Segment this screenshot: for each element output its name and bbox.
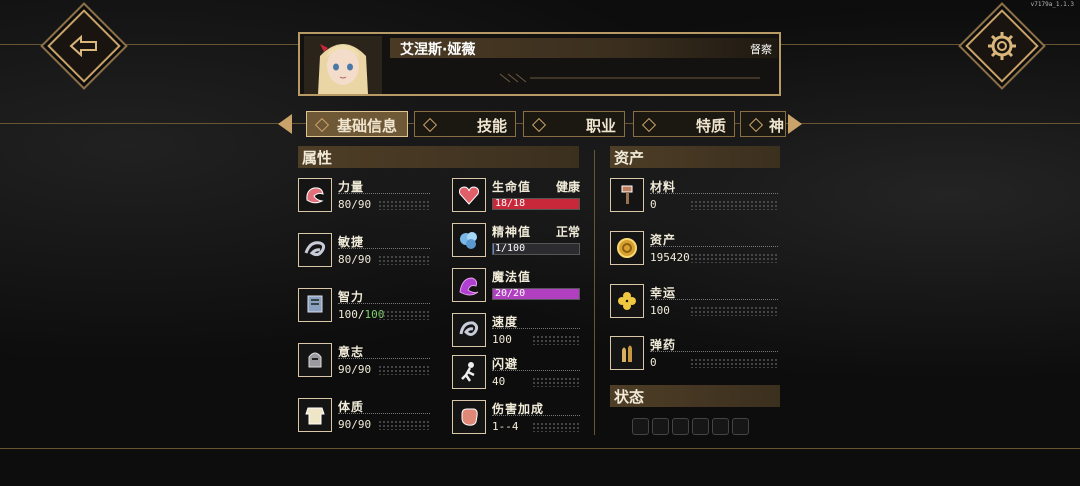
tab-scroll-left-arrow[interactable]: [278, 114, 292, 134]
speed-swirl-icon: [452, 313, 486, 347]
asset-wealth[interactable]: 资产 195420: [610, 229, 778, 273]
heart-icon: [452, 178, 486, 212]
materials-hammer-icon: [610, 178, 644, 212]
asset-luck[interactable]: 幸运 100: [610, 282, 778, 326]
bottom-frame-line: [0, 448, 1080, 449]
inspect-label[interactable]: 督察: [750, 41, 772, 57]
status-slot[interactable]: [712, 418, 729, 435]
column-divider: [594, 150, 595, 435]
constitution-torso-icon: [298, 398, 332, 432]
intellect-book-icon: [298, 288, 332, 322]
character-name: 艾涅斯·娅薇: [400, 42, 476, 58]
assets-header: 资产: [610, 146, 780, 168]
gold-coin-icon: [610, 231, 644, 265]
asset-materials[interactable]: 材料 0: [610, 176, 778, 220]
stat-health[interactable]: 生命值 健康 18/18: [452, 176, 580, 220]
header-ornament: [499, 73, 760, 83]
attributes-header: 属性: [298, 146, 579, 168]
tab-scroll-right-arrow[interactable]: [788, 114, 802, 134]
stat-agility[interactable]: 敏捷 80/90: [298, 231, 430, 275]
status-slot[interactable]: [672, 418, 689, 435]
dodge-figure-icon: [452, 355, 486, 389]
crystal-mind-icon: [452, 223, 486, 257]
stat-sanity[interactable]: 精神值 正常 1/100: [452, 221, 580, 265]
luck-clover-icon: [610, 284, 644, 318]
stat-intellect[interactable]: 智力 100/100: [298, 286, 430, 330]
status-slot[interactable]: [692, 418, 709, 435]
status-header: 状态: [610, 385, 780, 407]
tab-diamond-icon: [748, 117, 764, 133]
health-bar: 18/18: [492, 198, 580, 210]
sanity-bar: 1/100: [492, 243, 580, 255]
stat-strength[interactable]: 力量 80/90: [298, 176, 430, 220]
tab-traits[interactable]: 特质: [633, 111, 735, 137]
status-slot[interactable]: [632, 418, 649, 435]
agility-swirl-icon: [298, 233, 332, 267]
tab-divine[interactable]: 神: [740, 111, 786, 137]
stat-dodge[interactable]: 闪避 40: [452, 353, 580, 397]
tab-diamond-icon: [314, 117, 330, 133]
tab-class[interactable]: 职业: [523, 111, 625, 137]
name-bar: 艾涅斯·娅薇 督察: [390, 38, 778, 58]
tab-skills[interactable]: 技能: [414, 111, 516, 137]
back-arrow-icon: [60, 22, 108, 70]
character-portrait[interactable]: [304, 36, 382, 94]
tab-diamond-icon: [422, 117, 438, 133]
character-header: 艾涅斯·娅薇 督察: [298, 32, 781, 96]
ammo-bullets-icon: [610, 336, 644, 370]
will-helmet-icon: [298, 343, 332, 377]
strength-arm-icon: [298, 178, 332, 212]
tab-bar: 基础信息 技能 职业 特质 神: [278, 108, 802, 140]
status-slot[interactable]: [652, 418, 669, 435]
asset-ammo[interactable]: 弹药 0: [610, 334, 778, 378]
magic-tentacle-icon: [452, 268, 486, 302]
status-slot[interactable]: [732, 418, 749, 435]
version-label: v7179a_1.1.3: [1030, 1, 1074, 8]
damage-fist-icon: [452, 400, 486, 434]
stat-damage-bonus[interactable]: 伤害加成 1--4: [452, 398, 580, 442]
stat-speed[interactable]: 速度 100: [452, 311, 580, 355]
stat-will[interactable]: 意志 90/90: [298, 341, 430, 385]
stat-constitution[interactable]: 体质 90/90: [298, 396, 430, 440]
tab-diamond-icon: [641, 117, 657, 133]
mana-bar: 20/20: [492, 288, 580, 300]
tab-basic-info[interactable]: 基础信息: [306, 111, 408, 137]
status-slots: [632, 418, 749, 435]
gear-icon: [978, 22, 1026, 70]
tab-diamond-icon: [531, 117, 547, 133]
stat-mana[interactable]: 魔法值 20/20: [452, 266, 580, 310]
